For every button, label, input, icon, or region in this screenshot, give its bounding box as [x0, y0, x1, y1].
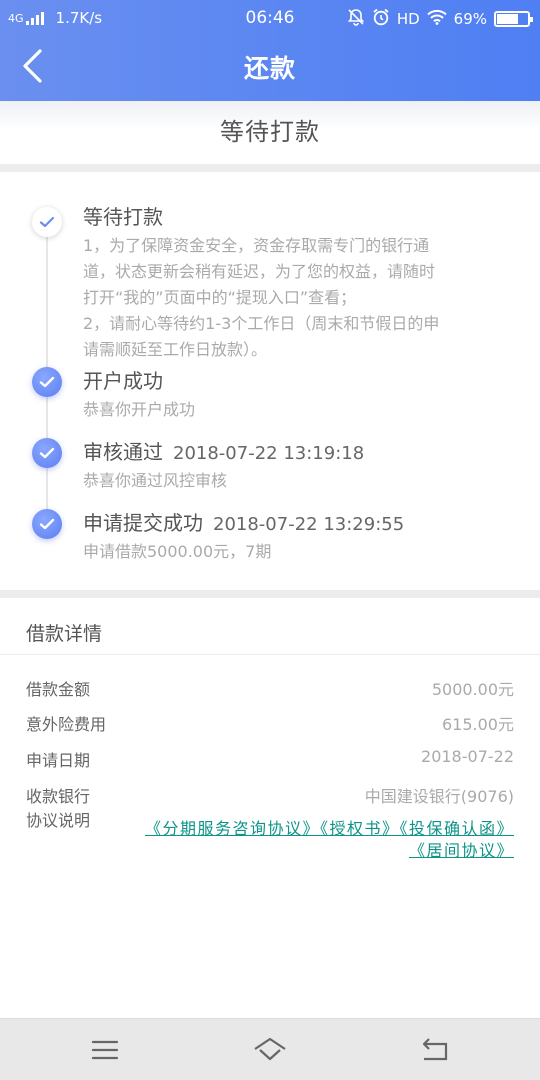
battery-percent: 69%	[453, 10, 487, 28]
agreement-link-intermediary[interactable]: 《居间协议》	[409, 841, 514, 860]
loan-amount-label: 借款金额	[26, 680, 91, 699]
bank-label: 收款银行	[26, 787, 91, 806]
status-bar: 4G 1.7K/s 06:46 HD 69%	[0, 0, 540, 36]
bank-value: 中国建设银行(9076)	[364, 787, 514, 806]
step-description-line: 1，为了保障资金安全，资金存取需专门的银行通	[83, 236, 430, 255]
apply-date-label: 申请日期	[26, 751, 91, 770]
home-button[interactable]	[253, 1035, 287, 1065]
step-timestamp: 2018-07-22 13:19:18	[173, 443, 365, 464]
home-icon	[254, 1037, 286, 1061]
progress-timeline: 等待打款 1，为了保障资金安全，资金存取需专门的银行通 道，状态更新会稍有延迟，…	[0, 172, 540, 590]
step-description-line: 打开“我的”页面中的“提现入口”查看；	[83, 288, 357, 307]
insurance-fee-value: 615.00元	[442, 715, 514, 734]
step-title: 开户成功	[83, 369, 163, 393]
status-banner: 等待打款	[0, 101, 540, 164]
insurance-fee-label: 意外险费用	[26, 715, 107, 734]
battery-level	[497, 14, 518, 24]
step-description: 恭喜你通过风控审核	[83, 471, 228, 490]
system-navigation-bar	[0, 1018, 540, 1080]
step-pending-icon	[32, 207, 62, 237]
section-divider	[0, 164, 540, 172]
menu-icon	[91, 1040, 119, 1060]
back-icon	[422, 1038, 448, 1061]
step-title: 申请提交成功 2018-07-22 13:29:55	[83, 511, 405, 535]
loan-amount-value: 5000.00元	[431, 680, 514, 699]
loan-details: 借款详情 借款金额 5000.00元 意外险费用 615.00元 申请日期 20…	[0, 598, 540, 1018]
agreement-link-insurance-confirmation[interactable]: 《投保确认函》	[399, 819, 514, 838]
step-title: 等待打款	[83, 205, 163, 229]
alarm-clock-icon	[372, 8, 390, 30]
wifi-icon	[426, 9, 447, 29]
system-back-button[interactable]	[418, 1035, 452, 1065]
agreement-link-consulting[interactable]: 《分期服务咨询协议》	[145, 819, 320, 838]
hd-label: HD	[396, 10, 420, 28]
step-description-line: 请需顺延至工作日放款）。	[83, 340, 268, 359]
check-icon	[32, 509, 62, 539]
app-header: 4G 1.7K/s 06:46 HD 69% 还款	[0, 0, 540, 101]
step-description: 申请借款5000.00元，7期	[83, 542, 272, 561]
section-title: 借款详情	[26, 623, 103, 645]
agreement-links: 《分期服务咨询协议》《授权书》《投保确认函》《居间协议》	[144, 818, 514, 862]
step-description: 恭喜你开户成功	[83, 400, 196, 419]
step-title: 审核通过 2018-07-22 13:19:18	[83, 440, 365, 464]
step-description: 1，为了保障资金安全，资金存取需专门的银行通 道，状态更新会稍有延迟，为了您的权…	[83, 233, 439, 363]
agreement-label: 协议说明	[26, 811, 91, 830]
agreement-link-authorization[interactable]: 《授权书》	[320, 819, 400, 838]
page-title: 还款	[243, 54, 296, 83]
step-description-line: 道，状态更新会稍有延迟，为了您的权益，请随时	[83, 262, 436, 281]
mute-bell-icon	[347, 8, 365, 30]
divider	[0, 654, 540, 655]
check-icon	[32, 367, 62, 397]
battery-icon	[494, 11, 533, 27]
section-divider	[0, 590, 540, 598]
step-description-line: 2，请耐心等待约1-3个工作日（周末和节假日的申	[83, 314, 440, 333]
menu-button[interactable]	[88, 1035, 122, 1065]
check-icon	[32, 438, 62, 468]
step-timestamp: 2018-07-22 13:29:55	[213, 514, 405, 535]
apply-date-value: 2018-07-22	[421, 747, 514, 766]
status-right: HD 69%	[340, 8, 533, 30]
